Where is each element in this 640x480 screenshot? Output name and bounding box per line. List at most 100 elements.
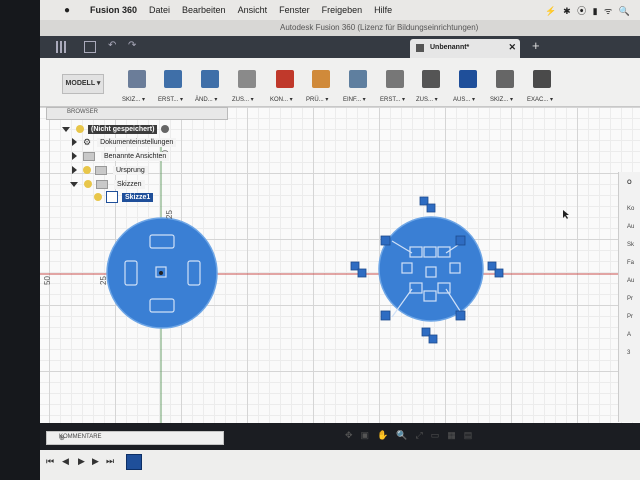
folder-icon bbox=[83, 151, 95, 161]
tool-sketch-palette[interactable]: SKIZ... ▾ bbox=[490, 68, 520, 104]
tool-modify[interactable]: ÄND... ▾ bbox=[195, 68, 225, 104]
tool-sketch[interactable]: SKIZ... ▾ bbox=[122, 68, 152, 104]
orbit-icon[interactable]: ✥ bbox=[345, 430, 353, 441]
panel-label: Pr bbox=[627, 296, 633, 302]
browser-root-item[interactable]: (Nicht gespeichert) bbox=[62, 123, 170, 135]
item-label: Skizzen bbox=[114, 179, 145, 189]
constraint-glyph-icon[interactable] bbox=[380, 310, 391, 321]
browser-item-skizzen[interactable]: Skizzen bbox=[70, 178, 145, 190]
create-box-icon bbox=[164, 70, 182, 88]
menu-datei[interactable]: Datei bbox=[149, 5, 170, 15]
insert-image-icon bbox=[349, 70, 367, 88]
menu-freigeben[interactable]: Freigeben bbox=[322, 5, 363, 15]
panel-label: Au bbox=[627, 278, 635, 284]
browser-item-benannte-ansichten[interactable]: Benannte Ansichten bbox=[72, 150, 170, 162]
apple-icon[interactable]: ● bbox=[64, 5, 78, 16]
construct-icon bbox=[276, 70, 294, 88]
tool-make[interactable]: ERST... ▾ bbox=[380, 68, 410, 104]
constraint-glyph-icon[interactable] bbox=[455, 310, 466, 321]
tool-stop-sketch[interactable]: EXAC... ▾ bbox=[527, 68, 557, 104]
panel-label: Sk bbox=[627, 242, 635, 248]
fit-icon[interactable]: ⤢ bbox=[416, 430, 423, 441]
stop-sketch-icon bbox=[533, 70, 551, 88]
go-to-end-icon[interactable]: ⏭ bbox=[106, 456, 114, 467]
item-label: Benannte Ansichten bbox=[101, 151, 170, 161]
add-comment-icon[interactable]: ⊕ bbox=[59, 434, 219, 442]
close-icon[interactable]: ✕ bbox=[508, 42, 516, 53]
visibility-bulb-icon[interactable] bbox=[76, 125, 84, 133]
browser-title: BROWSER bbox=[67, 109, 99, 115]
tool-addins[interactable]: ZUS... ▾ bbox=[416, 68, 446, 104]
menu-hilfe[interactable]: Hilfe bbox=[374, 5, 392, 15]
menu-app-name[interactable]: Fusion 360 bbox=[90, 5, 137, 15]
save-icon[interactable] bbox=[84, 41, 96, 53]
item-label: Dokumenteinstellungen bbox=[97, 137, 177, 147]
ribbon-toolbar: MODELL ▾ SKIZ... ▾ ERST... ▾ ÄND... ▾ ZU… bbox=[40, 58, 640, 107]
constraint-glyph-icon[interactable] bbox=[380, 235, 391, 246]
browser-panel-header[interactable]: BROWSER bbox=[46, 107, 228, 120]
constraint-glyph-icon[interactable] bbox=[428, 334, 438, 344]
browser-item-dokumenteinstellungen[interactable]: ⚙ Dokumenteinstellungen bbox=[72, 136, 177, 148]
window-title: Autodesk Fusion 360 (Lizenz für Bildungs… bbox=[280, 23, 479, 32]
origin-point[interactable] bbox=[159, 271, 163, 275]
dimension-label[interactable]: 25 bbox=[165, 210, 174, 219]
constraint-glyph-icon[interactable] bbox=[494, 268, 504, 278]
status-icons[interactable]: ⚡ ✱ ⦿ ▮ ᯤ 🔍 bbox=[545, 4, 632, 17]
window-title-bar: Autodesk Fusion 360 (Lizenz für Bildungs… bbox=[40, 20, 640, 36]
gear-icon: ⚙ bbox=[83, 136, 92, 147]
expand-icon[interactable] bbox=[72, 166, 77, 174]
tool-construct[interactable]: KON... ▾ bbox=[270, 68, 300, 104]
tab-label: Unbenannt* bbox=[430, 44, 470, 51]
panel-label: 3 bbox=[627, 350, 631, 356]
item-label: Ursprung bbox=[113, 165, 148, 175]
expand-icon[interactable] bbox=[72, 152, 77, 160]
dimension-label[interactable]: 50 bbox=[43, 276, 52, 285]
constraint-glyph-icon[interactable] bbox=[426, 203, 436, 213]
workspace-switcher[interactable]: MODELL ▾ bbox=[62, 74, 104, 94]
constraint-glyph-icon[interactable] bbox=[455, 235, 466, 246]
folder-icon bbox=[95, 165, 107, 175]
collapse-icon[interactable] bbox=[70, 181, 78, 187]
viewports-icon[interactable]: ▤ bbox=[464, 430, 473, 441]
grid-settings-icon[interactable]: ▦ bbox=[447, 430, 456, 441]
menu-ansicht[interactable]: Ansicht bbox=[238, 5, 268, 15]
comments-panel[interactable]: KOMMENTARE ⊕ bbox=[46, 431, 224, 445]
redo-icon[interactable]: ↷ bbox=[128, 40, 136, 51]
step-forward-icon[interactable]: ▶ bbox=[92, 456, 99, 467]
go-to-start-icon[interactable]: ⏮ bbox=[46, 456, 54, 467]
assemble-icon bbox=[238, 70, 256, 88]
menu-bearbeiten[interactable]: Bearbeiten bbox=[182, 5, 226, 15]
tool-assemble[interactable]: ZUS... ▾ bbox=[232, 68, 262, 104]
new-tab-icon[interactable]: + bbox=[532, 39, 546, 53]
browser-item-skizze1[interactable]: Skizze1 bbox=[94, 191, 154, 203]
step-back-icon[interactable]: ◀ bbox=[62, 456, 69, 467]
visibility-bulb-icon[interactable] bbox=[83, 166, 91, 174]
visibility-bulb-icon[interactable] bbox=[94, 193, 102, 201]
zoom-icon[interactable]: 🔍 bbox=[396, 430, 407, 441]
timeline-sketch-feature-icon[interactable] bbox=[126, 454, 142, 470]
tool-insert[interactable]: EINF... ▾ bbox=[343, 68, 373, 104]
play-icon[interactable]: ▶ bbox=[78, 456, 85, 467]
sketch-palette-panel[interactable]: O Ko Au Sk Fa Au Pr Pr A 3 bbox=[618, 172, 640, 422]
constraint-glyph-icon[interactable] bbox=[357, 268, 367, 278]
menu-fenster[interactable]: Fenster bbox=[279, 5, 310, 15]
display-settings-icon[interactable]: ▭ bbox=[431, 430, 440, 441]
panel-label: Au bbox=[627, 224, 635, 230]
record-icon[interactable] bbox=[161, 125, 170, 133]
visibility-bulb-icon[interactable] bbox=[84, 180, 92, 188]
panel-label: Fa bbox=[627, 260, 635, 266]
undo-icon[interactable]: ↶ bbox=[108, 40, 116, 51]
sketch-circle-right[interactable] bbox=[378, 216, 484, 322]
root-label: (Nicht gespeichert) bbox=[88, 124, 158, 134]
pan-icon[interactable]: ✋ bbox=[377, 430, 388, 441]
look-at-icon[interactable]: ▣ bbox=[361, 430, 370, 441]
dimension-label[interactable]: 25 bbox=[99, 276, 108, 285]
tool-select[interactable]: AUS... ▾ bbox=[453, 68, 483, 104]
expand-icon[interactable] bbox=[72, 138, 77, 146]
tool-inspect[interactable]: PRÜ... ▾ bbox=[306, 68, 336, 104]
browser-item-ursprung[interactable]: Ursprung bbox=[72, 164, 148, 176]
grid-apps-icon[interactable] bbox=[56, 41, 68, 53]
tab-unbenannt-active[interactable]: Unbenannt* ✕ bbox=[410, 39, 520, 58]
collapse-icon[interactable] bbox=[62, 126, 70, 132]
tool-create[interactable]: ERST... ▾ bbox=[158, 68, 188, 104]
